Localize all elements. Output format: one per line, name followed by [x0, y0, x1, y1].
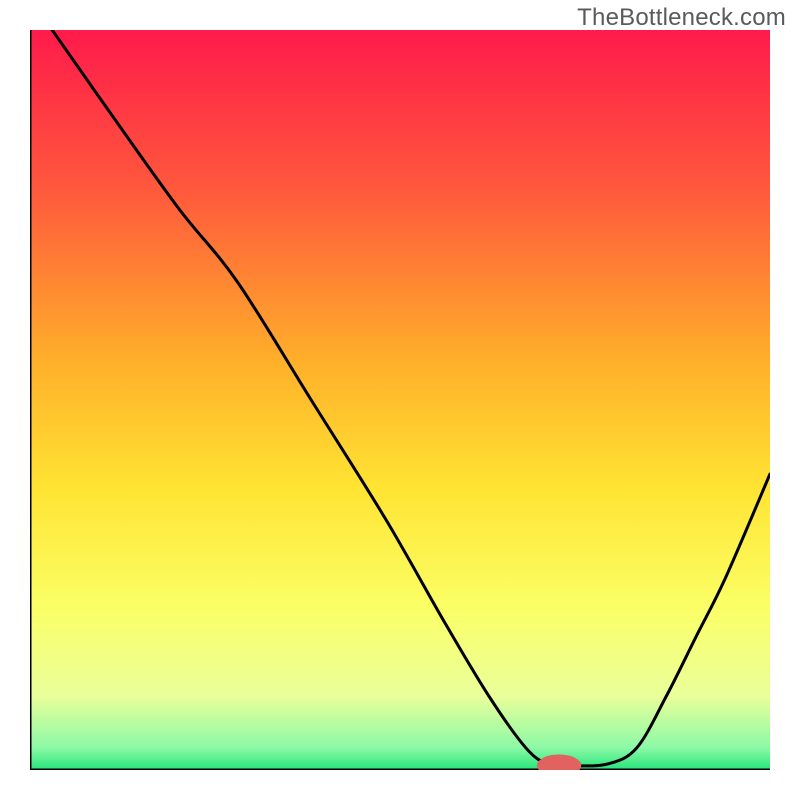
plot-area — [30, 30, 770, 770]
watermark-label: TheBottleneck.com — [577, 4, 786, 32]
chart-svg — [30, 30, 770, 770]
chart-container: TheBottleneck.com — [0, 0, 800, 800]
gradient-background — [30, 30, 770, 770]
